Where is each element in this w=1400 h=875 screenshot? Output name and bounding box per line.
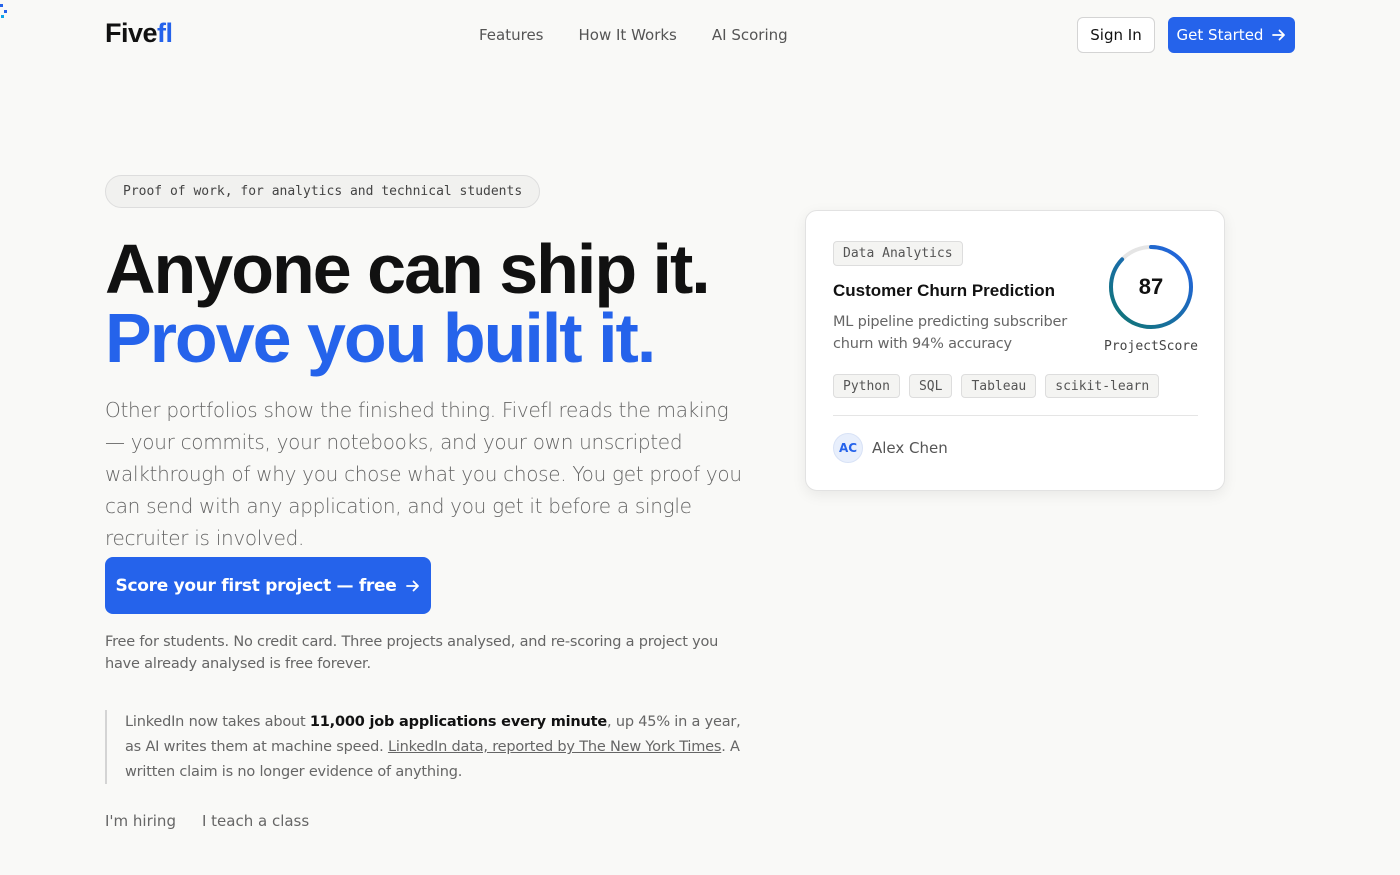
logo-pixel-icon [0,4,7,18]
top-navigation: Five fl Features How It Works AI Scoring … [0,0,1400,70]
score-project-cta-button[interactable]: Score your first project — free [105,557,431,614]
quote-highlight: 11,000 job applications every minute [309,714,608,730]
headline-line-2: Prove you built it. [105,299,656,377]
headline-line-1: Anyone can ship it. [105,230,711,308]
project-score-card: Data Analytics Customer Churn Prediction… [805,210,1225,491]
sign-in-button[interactable]: Sign In [1077,17,1155,53]
pricing-fineprint: Free for students. No credit card. Three… [105,634,719,672]
skill-tags: Python SQL Tableau scikit-learn [833,374,1160,398]
category-tag: Data Analytics [833,241,963,266]
quote-text-pre: LinkedIn now takes about [125,714,310,730]
eyebrow-pill: Proof of work, for analytics and technic… [105,175,541,208]
skill-tag: SQL [908,374,953,398]
audience-links: I'm hiring I teach a class [105,812,309,830]
project-score-label: ProjectScore [1104,339,1198,354]
project-description: ML pipeline predicting subscriber churn … [833,314,1067,352]
avatar: AC [833,433,863,463]
project-title: Customer Churn Prediction [833,281,1055,300]
nav-link-how-it-works[interactable]: How It Works [579,26,677,44]
nav-links: Features How It Works AI Scoring [479,26,788,44]
skill-tag: scikit-learn [1045,374,1160,398]
logo-text-accent: fl [157,18,173,48]
get-started-button[interactable]: Get Started [1168,17,1295,53]
source-link[interactable]: LinkedIn data, reported by The New York … [388,739,721,755]
skill-tag: Tableau [961,374,1037,398]
project-score-value: 87 [1138,274,1164,299]
teach-class-link[interactable]: I teach a class [202,812,309,830]
statistic-quote: LinkedIn now takes about 11,000 job appl… [105,710,745,784]
arrow-right-icon [1272,29,1286,41]
arrow-right-icon [406,580,420,591]
logo[interactable]: Five fl [105,18,173,49]
get-started-label: Get Started [1176,26,1264,44]
nav-link-ai-scoring[interactable]: AI Scoring [712,26,788,44]
hero-description: Other portfolios show the finished thing… [105,398,742,550]
hiring-link[interactable]: I'm hiring [105,812,176,830]
card-divider [833,415,1198,416]
author-name: Alex Chen [872,439,948,457]
nav-link-features[interactable]: Features [479,26,544,44]
skill-tag: Python [833,374,900,398]
logo-text-main: Five [105,18,158,48]
cta-label: Score your first project — free [115,575,397,596]
